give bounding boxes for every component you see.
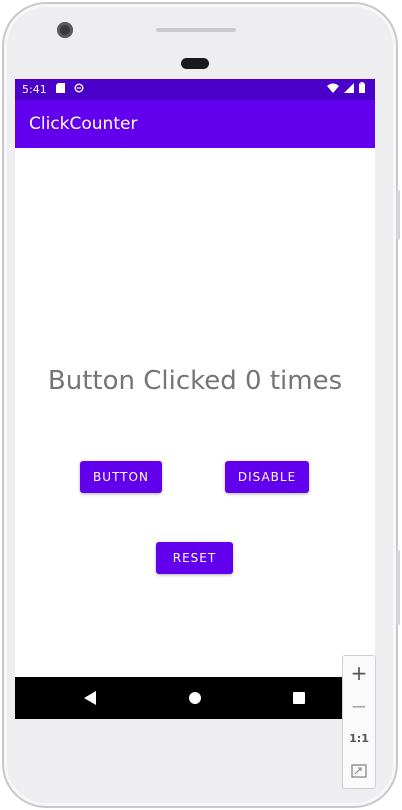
front-camera bbox=[57, 22, 73, 38]
signal-icon bbox=[344, 82, 354, 96]
wifi-icon bbox=[327, 83, 339, 96]
recents-icon[interactable] bbox=[293, 692, 305, 704]
status-bar: 5:41 bbox=[15, 79, 375, 100]
emulator-zoom-controls: + − 1:1 bbox=[342, 655, 376, 789]
fit-screen-icon[interactable] bbox=[343, 763, 375, 782]
app-bar: ClickCounter bbox=[15, 100, 375, 148]
device-screen: 5:41 ClickCounter Button Clicked 0 times… bbox=[15, 79, 375, 719]
navigation-bar bbox=[15, 677, 375, 719]
home-icon[interactable] bbox=[189, 692, 201, 704]
earpiece bbox=[181, 58, 209, 69]
actual-size-button[interactable]: 1:1 bbox=[343, 732, 375, 745]
power-button bbox=[396, 190, 400, 240]
click-counter-text: Button Clicked 0 times bbox=[47, 366, 343, 396]
disable-button[interactable]: DISABLE bbox=[225, 461, 309, 493]
zoom-out-button[interactable]: − bbox=[343, 694, 375, 718]
reset-button[interactable]: RESET bbox=[156, 542, 233, 574]
speaker-grille bbox=[156, 28, 236, 32]
click-button[interactable]: BUTTON bbox=[80, 461, 162, 493]
back-icon[interactable] bbox=[84, 691, 96, 705]
data-saver-icon bbox=[74, 83, 84, 96]
battery-icon bbox=[359, 82, 365, 96]
status-time: 5:41 bbox=[22, 83, 47, 96]
sd-card-icon bbox=[55, 83, 65, 96]
app-title: ClickCounter bbox=[29, 114, 138, 134]
zoom-in-button[interactable]: + bbox=[343, 661, 375, 685]
volume-button bbox=[396, 550, 400, 625]
